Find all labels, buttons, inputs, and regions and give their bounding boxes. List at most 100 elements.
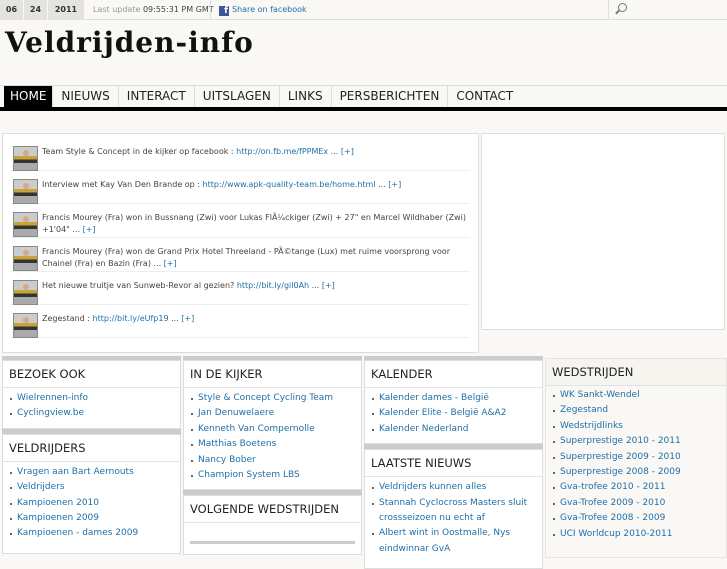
list-item-link[interactable]: Zegestand bbox=[560, 405, 608, 415]
last-update-time: 09:55:31 PM GMT bbox=[142, 5, 214, 14]
list-item-link[interactable]: Veldrijders kunnen alles bbox=[379, 482, 486, 492]
feed-item: Het nieuwe truitje van Sunweb-Revor al g… bbox=[11, 272, 470, 305]
nav-nieuws[interactable]: NIEUWS bbox=[53, 86, 119, 107]
block-title: KALENDER bbox=[365, 361, 542, 388]
list-item-link[interactable]: Gva-Trofee 2009 - 2010 bbox=[560, 498, 665, 508]
list-item: Superprestige 2009 - 2010 bbox=[552, 450, 726, 465]
list-item-link[interactable]: Veldrijders bbox=[17, 482, 65, 492]
feed-item-more[interactable]: [+] bbox=[341, 147, 354, 156]
list-item: Albert wint in Oostmalle, Nys eindwinnar… bbox=[371, 526, 542, 557]
nav-contact[interactable]: CONTACT bbox=[448, 86, 521, 107]
list-item: Veldrijders bbox=[9, 480, 180, 495]
feed-text: Het nieuwe truitje van Sunweb-Revor al g… bbox=[42, 281, 335, 290]
list-item-link[interactable]: Kalender Elite - België A&A2 bbox=[379, 408, 506, 418]
list-item-link[interactable]: Superprestige 2008 - 2009 bbox=[560, 467, 681, 477]
list-item-link[interactable]: Kalender dames - België bbox=[379, 393, 489, 403]
block-title: BEZOEK OOK bbox=[3, 361, 180, 388]
list-item: Veldrijders kunnen alles bbox=[371, 480, 542, 495]
list-item: Kampioenen 2009 bbox=[9, 511, 180, 526]
link-list: Wielrennen-info Cyclingview.be bbox=[3, 388, 180, 428]
feed-item-text: Het nieuwe truitje van Sunweb-Revor al g… bbox=[42, 281, 235, 290]
nav-persberichten[interactable]: PERSBERICHTEN bbox=[332, 86, 449, 107]
list-item-link[interactable]: Kampioenen 2009 bbox=[17, 513, 99, 523]
wedstrijden-block: WEDSTRIJDEN WK Sankt-Wendel Zegestand Wedst… bbox=[545, 358, 727, 558]
list-item-link[interactable]: Style & Concept Cycling Team bbox=[198, 393, 333, 403]
feed-thumbnail[interactable] bbox=[13, 280, 38, 305]
list-item-link[interactable]: Stannah Cyclocross Masters sluit crossse… bbox=[379, 498, 527, 523]
veldrijders-block: VELDRIJDERS Vragen aan Bart Aernouts Veldr… bbox=[2, 433, 181, 554]
feed-item-link[interactable]: http://on.fb.me/fPPMEx bbox=[236, 147, 328, 156]
feed-item-text: Interview met Kay Van Den Brande op : bbox=[42, 180, 200, 189]
link-list: WK Sankt-Wendel Zegestand Wedstrijdlinks Su… bbox=[546, 386, 726, 548]
feed-thumbnail[interactable] bbox=[13, 212, 38, 237]
list-item-link[interactable]: Gva-Trofee 2008 - 2009 bbox=[560, 513, 665, 523]
list-item: Superprestige 2008 - 2009 bbox=[552, 465, 726, 480]
feed-item-text: Team Style & Concept in de kijker op fac… bbox=[42, 147, 234, 156]
last-update-label: Last update bbox=[93, 5, 141, 14]
feed-item: Francis Mourey (Fra) won in Bussnang (Zw… bbox=[11, 204, 470, 238]
list-item-link[interactable]: Jan Denuwelaere bbox=[198, 408, 274, 418]
list-item-link[interactable]: Vragen aan Bart Aernouts bbox=[17, 467, 134, 477]
feed-thumbnail[interactable] bbox=[13, 146, 38, 171]
list-item-link[interactable]: Gva-trofee 2010 - 2011 bbox=[560, 482, 665, 492]
list-item-link[interactable]: Cyclingview.be bbox=[17, 408, 84, 418]
share-facebook[interactable]: f Share on facebook bbox=[210, 0, 307, 20]
list-item-link[interactable]: Albert wint in Oostmalle, Nys eindwinnar… bbox=[379, 528, 510, 553]
list-item-link[interactable]: Matthias Boetens bbox=[198, 439, 276, 449]
feed-thumbnail[interactable] bbox=[13, 179, 38, 204]
nav-uitslagen[interactable]: UITSLAGEN bbox=[195, 86, 280, 107]
list-item: Kampioenen - dames 2009 bbox=[9, 526, 180, 541]
list-item: Gva-Trofee 2008 - 2009 bbox=[552, 511, 726, 526]
list-item-link[interactable]: Champion System LBS bbox=[198, 470, 300, 480]
feed-item-more[interactable]: [+] bbox=[322, 281, 335, 290]
kalender-block: KALENDER Kalender dames - België Kalender … bbox=[364, 360, 543, 445]
list-item-link[interactable]: Kalender Nederland bbox=[379, 424, 468, 434]
feed-item-text: Francis Mourey (Fra) won de Grand Prix H… bbox=[42, 247, 450, 268]
list-item-link[interactable]: Kampioenen - dames 2009 bbox=[17, 528, 138, 538]
laatste-nieuws-block: LAATSTE NIEUWS Veldrijders kunnen alles St… bbox=[364, 449, 543, 569]
feed-thumbnail[interactable] bbox=[13, 246, 38, 271]
list-item-link[interactable]: Superprestige 2010 - 2011 bbox=[560, 436, 681, 446]
link-list: Veldrijders kunnen alles Stannah Cyclocro… bbox=[365, 477, 542, 563]
block-title: VOLGENDE WEDSTRIJDEN bbox=[184, 496, 361, 524]
date-month: 06 bbox=[0, 0, 24, 20]
block-title: VELDRIJDERS bbox=[3, 435, 180, 462]
nav-interact[interactable]: INTERACT bbox=[119, 86, 195, 107]
list-item-link[interactable]: Superprestige 2009 - 2010 bbox=[560, 452, 681, 462]
feed-item-link[interactable]: http://bit.ly/eUfp19 bbox=[93, 314, 169, 323]
list-item-link[interactable]: UCI Worldcup 2010-2011 bbox=[560, 529, 672, 539]
list-item: Gva-Trofee 2009 - 2010 bbox=[552, 496, 726, 511]
feed-item-more[interactable]: [+] bbox=[181, 314, 194, 323]
feed-item-more[interactable]: [+] bbox=[164, 259, 177, 268]
last-update: Last update 09:55:31 PM GMT bbox=[93, 0, 214, 20]
list-item-link[interactable]: Kenneth Van Compernolle bbox=[198, 424, 315, 434]
feed-item-more[interactable]: [+] bbox=[83, 225, 96, 234]
list-item: Gva-trofee 2010 - 2011 bbox=[552, 480, 726, 495]
feed-item-more[interactable]: [+] bbox=[388, 180, 401, 189]
list-item-link[interactable]: Kampioenen 2010 bbox=[17, 498, 99, 508]
list-item-link[interactable]: Nancy Bober bbox=[198, 455, 256, 465]
list-item: Cyclingview.be bbox=[9, 406, 180, 421]
share-facebook-link[interactable]: Share on facebook bbox=[232, 5, 307, 14]
feed-item-link[interactable]: http://www.apk-quality-team.be/home.html bbox=[203, 180, 376, 189]
list-item-link[interactable]: WK Sankt-Wendel bbox=[560, 390, 640, 400]
feed-item: Interview met Kay Van Den Brande op : ht… bbox=[11, 171, 470, 204]
column-3: KALENDER Kalender dames - België Kalender … bbox=[364, 356, 543, 569]
feed-text: Zegestand : http://bit.ly/eUfp19 ... [+] bbox=[42, 314, 195, 323]
nav-home[interactable]: HOME bbox=[4, 86, 54, 107]
site-title[interactable]: Veldrijden-info bbox=[5, 26, 254, 59]
list-item: Champion System LBS bbox=[190, 468, 361, 483]
list-item: Superprestige 2010 - 2011 bbox=[552, 434, 726, 449]
search-icon[interactable] bbox=[618, 3, 627, 12]
nav-links[interactable]: LINKS bbox=[280, 86, 332, 107]
list-item-link[interactable]: Wielrennen-info bbox=[17, 393, 88, 403]
feed-thumbnail[interactable] bbox=[13, 313, 38, 338]
feed-item-link[interactable]: http://bit.ly/gil0Ah bbox=[237, 281, 309, 290]
list-item: Vragen aan Bart Aernouts bbox=[9, 465, 180, 480]
column-4: WEDSTRIJDEN WK Sankt-Wendel Zegestand Wedst… bbox=[545, 358, 727, 558]
search-box[interactable] bbox=[608, 0, 727, 20]
list-item: Stannah Cyclocross Masters sluit crossse… bbox=[371, 496, 542, 527]
feed-text: Francis Mourey (Fra) won in Bussnang (Zw… bbox=[42, 213, 467, 234]
list-item-link[interactable]: Wedstrijdlinks bbox=[560, 421, 623, 431]
list-item: Wedstrijdlinks bbox=[552, 419, 726, 434]
